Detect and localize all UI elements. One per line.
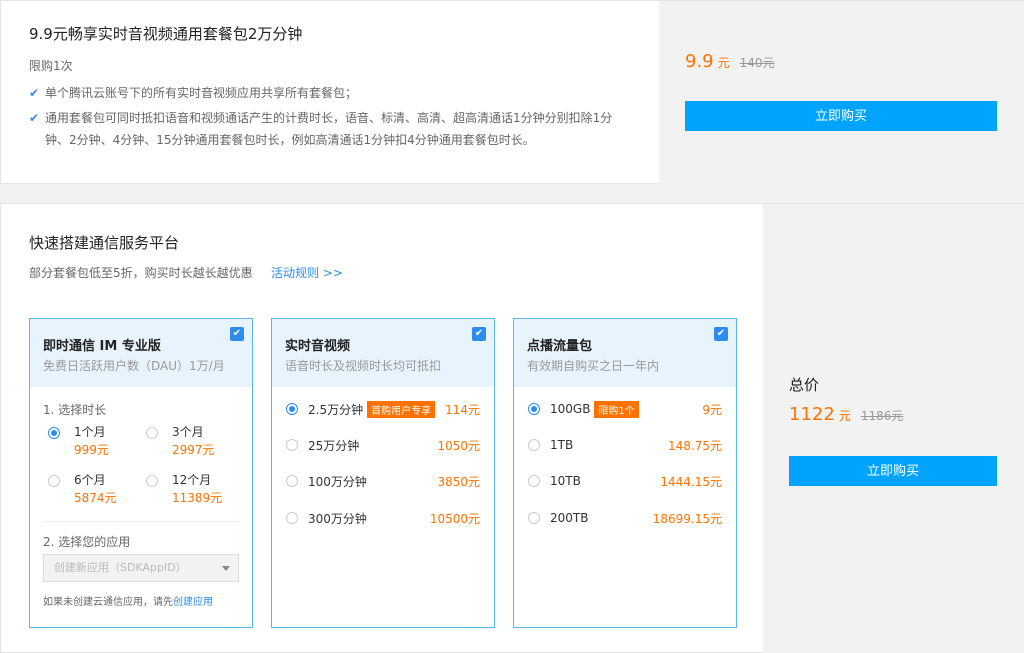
option-label: 200TB bbox=[550, 511, 589, 525]
duration-label: 1个月 bbox=[74, 425, 106, 439]
promo-limit: 限购1次 bbox=[29, 59, 73, 73]
promo-price-value: 9.9 bbox=[685, 51, 714, 72]
package-name: 点播流量包 bbox=[527, 339, 593, 354]
option-tag: 首购用户专享 bbox=[367, 400, 436, 418]
radio-icon[interactable] bbox=[286, 439, 298, 451]
bundle-buy-button[interactable]: 立即购买 bbox=[789, 456, 997, 486]
radio-icon[interactable] bbox=[528, 512, 540, 524]
radio-icon[interactable] bbox=[286, 475, 298, 487]
duration-label: 3个月 bbox=[172, 425, 204, 439]
divider bbox=[43, 521, 239, 522]
bundle-subtitle: 部分套餐包低至5折，购买时长越长越优惠 bbox=[29, 266, 253, 280]
package-name: 即时通信 IM 专业版 bbox=[43, 339, 161, 354]
duration-price: 2997元 bbox=[172, 443, 215, 457]
promo-original-price: 140元 bbox=[739, 56, 775, 70]
app-select-value: 创建新应用（SDKAppID） bbox=[54, 561, 187, 574]
package-option[interactable]: 1TB 148.75元 bbox=[528, 435, 722, 455]
package-name: 实时音视频 bbox=[285, 339, 351, 354]
total-panel: 总价 1122 元 1186元 立即购买 bbox=[763, 204, 1024, 653]
duration-label: 6个月 bbox=[74, 473, 106, 487]
option-price: 18699.15元 bbox=[652, 511, 722, 526]
package-option[interactable]: 10TB 1444.15元 bbox=[528, 471, 722, 491]
radio-icon[interactable] bbox=[146, 475, 158, 487]
package-option[interactable]: 100GB 限购1个 9元 bbox=[528, 399, 722, 419]
radio-icon[interactable] bbox=[146, 427, 158, 439]
package-desc: 语音时长及视频时长均可抵扣 bbox=[285, 359, 442, 373]
package-desc: 有效期自购买之日一年内 bbox=[527, 359, 660, 373]
checkbox-checked-icon[interactable]: ✔ bbox=[230, 327, 244, 341]
step-app-label: 2. 选择您的应用 bbox=[43, 535, 131, 549]
package-card-av: 实时音视频 语音时长及视频时长均可抵扣 ✔ 2.5万分钟 首购用户专享 114元… bbox=[271, 318, 495, 628]
option-label: 2.5万分钟 bbox=[308, 402, 364, 417]
total-price-value: 1122 bbox=[789, 404, 835, 425]
package-option[interactable]: 100万分钟 3850元 bbox=[286, 471, 480, 491]
option-price: 148.75元 bbox=[668, 438, 722, 453]
package-card-im: 即时通信 IM 专业版 免费日活跃用户数（DAU）1万/月 ✔ 1. 选择时长 … bbox=[29, 318, 253, 628]
promo-feature: ✔ 通用套餐包可同时抵扣语音和视频通话产生的计费时长，语音、标清、高清、超高清通… bbox=[29, 107, 629, 151]
radio-selected-icon[interactable] bbox=[528, 403, 540, 415]
package-card-vod: 点播流量包 有效期自购买之日一年内 ✔ 100GB 限购1个 9元 1TB 14… bbox=[513, 318, 737, 628]
promo-feature: ✔ 单个腾讯云账号下的所有实时音视频应用共享所有套餐包； bbox=[29, 82, 629, 104]
bundle-title: 快速搭建通信服务平台 bbox=[29, 234, 180, 252]
radio-icon[interactable] bbox=[528, 475, 540, 487]
option-price: 1444.15元 bbox=[660, 474, 722, 489]
option-tag: 限购1个 bbox=[594, 400, 639, 418]
duration-price: 11389元 bbox=[172, 491, 223, 505]
duration-label: 12个月 bbox=[172, 473, 212, 487]
create-app-link[interactable]: 创建应用 bbox=[173, 597, 213, 608]
radio-selected-icon[interactable] bbox=[286, 403, 298, 415]
package-header: 即时通信 IM 专业版 免费日活跃用户数（DAU）1万/月 ✔ bbox=[30, 319, 252, 387]
option-label: 100万分钟 bbox=[308, 474, 367, 489]
check-icon: ✔ bbox=[29, 111, 40, 125]
radio-icon[interactable] bbox=[286, 512, 298, 524]
checkbox-checked-icon[interactable]: ✔ bbox=[714, 327, 728, 341]
check-icon: ✔ bbox=[29, 86, 40, 100]
package-option[interactable]: 300万分钟 10500元 bbox=[286, 508, 480, 528]
promo-title: 9.9元畅享实时音视频通用套餐包2万分钟 bbox=[29, 25, 303, 43]
bundle-card: 快速搭建通信服务平台 部分套餐包低至5折，购买时长越长越优惠 活动规则 >> 即… bbox=[0, 203, 1024, 653]
option-price: 9元 bbox=[702, 402, 722, 417]
step-duration-label: 1. 选择时长 bbox=[43, 403, 107, 417]
option-label: 25万分钟 bbox=[308, 438, 360, 453]
create-app-hint-text: 如果未创建云通信应用，请先 bbox=[43, 597, 173, 608]
checkbox-checked-icon[interactable]: ✔ bbox=[472, 327, 486, 341]
package-option[interactable]: 200TB 18699.15元 bbox=[528, 508, 722, 528]
create-app-hint: 如果未创建云通信应用，请先创建应用 bbox=[43, 593, 213, 608]
promo-feature-text: 单个腾讯云账号下的所有实时音视频应用共享所有套餐包； bbox=[45, 86, 358, 100]
total-price: 1122 元 1186元 bbox=[789, 404, 903, 425]
package-header: 实时音视频 语音时长及视频时长均可抵扣 ✔ bbox=[272, 319, 494, 387]
total-original-price: 1186元 bbox=[860, 409, 904, 423]
package-option[interactable]: 2.5万分钟 首购用户专享 114元 bbox=[286, 399, 480, 419]
activity-rules-link[interactable]: 活动规则 >> bbox=[271, 264, 343, 281]
option-price: 3850元 bbox=[437, 474, 480, 489]
radio-icon[interactable] bbox=[528, 439, 540, 451]
radio-selected-icon[interactable] bbox=[48, 427, 60, 439]
promo-buy-button[interactable]: 立即购买 bbox=[685, 101, 997, 131]
promo-card: 9.9元畅享实时音视频通用套餐包2万分钟 限购1次 ✔ 单个腾讯云账号下的所有实… bbox=[0, 0, 1024, 185]
option-price: 1050元 bbox=[437, 438, 480, 453]
app-select[interactable]: 创建新应用（SDKAppID） bbox=[43, 554, 239, 582]
option-label: 300万分钟 bbox=[308, 511, 367, 526]
package-option[interactable]: 25万分钟 1050元 bbox=[286, 435, 480, 455]
radio-icon[interactable] bbox=[48, 475, 60, 487]
option-label: 1TB bbox=[550, 438, 574, 452]
promo-feature-text: 通用套餐包可同时抵扣语音和视频通话产生的计费时长，语音、标清、高清、超高清通话1… bbox=[45, 111, 613, 147]
promo-price-unit: 元 bbox=[717, 56, 730, 70]
package-desc: 免费日活跃用户数（DAU）1万/月 bbox=[43, 359, 225, 373]
option-price: 114元 bbox=[445, 402, 480, 417]
promo-price-panel: 9.9 元 140元 立即购买 bbox=[659, 1, 1024, 185]
option-label: 100GB bbox=[550, 402, 591, 416]
caret-down-icon bbox=[222, 566, 230, 571]
promo-info: 9.9元畅享实时音视频通用套餐包2万分钟 限购1次 ✔ 单个腾讯云账号下的所有实… bbox=[1, 1, 659, 185]
option-price: 10500元 bbox=[429, 511, 480, 526]
total-price-unit: 元 bbox=[838, 409, 851, 423]
duration-price: 5874元 bbox=[74, 491, 117, 505]
option-label: 10TB bbox=[550, 474, 581, 488]
total-label: 总价 bbox=[789, 376, 820, 394]
promo-price: 9.9 元 140元 bbox=[685, 51, 775, 72]
package-header: 点播流量包 有效期自购买之日一年内 ✔ bbox=[514, 319, 736, 387]
duration-price: 999元 bbox=[74, 443, 109, 457]
